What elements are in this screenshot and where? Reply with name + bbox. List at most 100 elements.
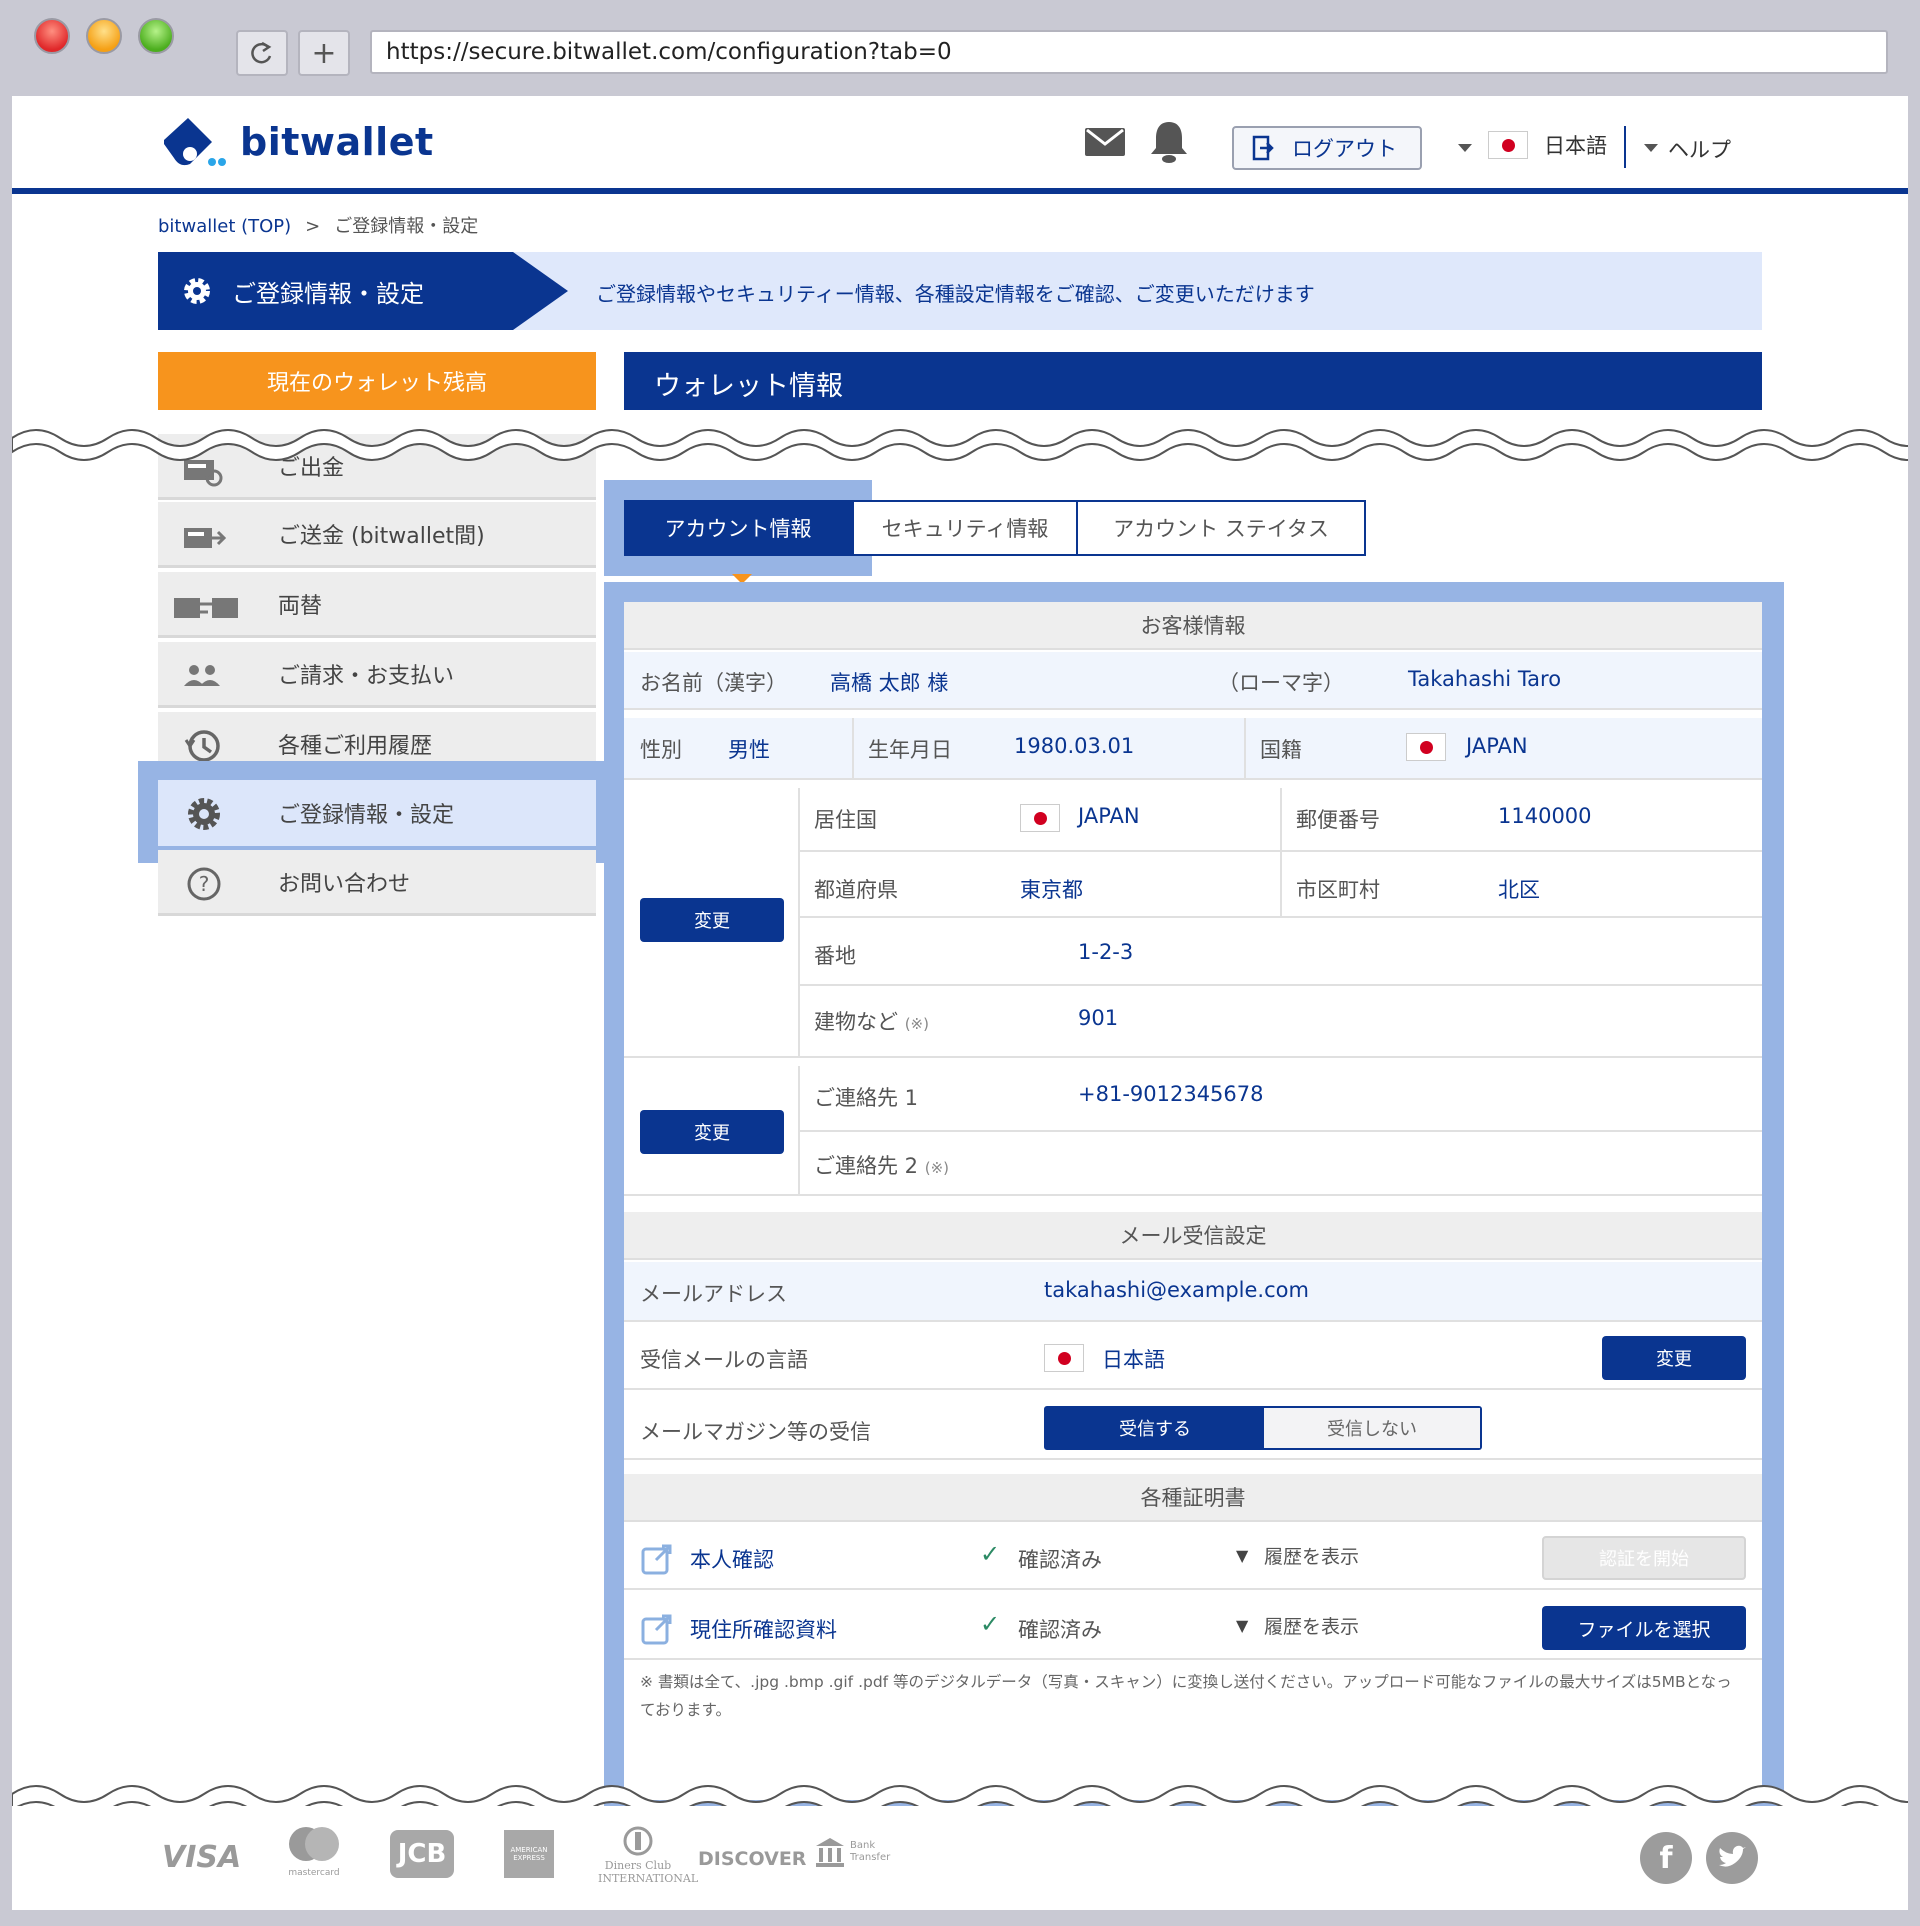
reload-button[interactable] [236,30,288,76]
upload-note: ※ 書類は全て、.jpg .bmp .gif .pdf 等のデジタルデータ（写真… [640,1673,1732,1719]
building-value: 901 [1078,1006,1119,1030]
breadcrumb-top-link[interactable]: bitwallet (TOP) [158,216,291,237]
chevron-down-icon[interactable]: ▼ [1236,1546,1248,1565]
newsletter-receive-option[interactable]: 受信する [1046,1408,1264,1448]
divider [798,984,1762,986]
maximize-window-button[interactable] [138,18,174,54]
new-tab-button[interactable]: + [298,30,350,76]
nationality-value: JAPAN [1466,734,1528,758]
gear-icon [184,278,210,304]
gender-label: 性別 [640,738,682,762]
divider [1244,718,1246,780]
divider [798,850,1762,852]
check-icon: ✓ [980,1540,1001,1568]
mail-icon[interactable] [1084,126,1126,158]
residence-value: JAPAN [1078,804,1140,828]
tab-account-status[interactable]: アカウント ステイタス [1076,500,1366,556]
sidebar-item-settings[interactable]: ご登録情報・設定 [158,780,596,846]
footer: VISA mastercard JCB AMERICAN EXPRESS Din… [0,1806,1920,1926]
bitwallet-logo-icon [164,118,226,166]
help-dropdown-caret-icon[interactable] [1644,144,1658,152]
tab-security-info[interactable]: セキュリティ情報 [852,500,1078,556]
language-selector[interactable]: 日本語 [1488,130,1607,160]
diners-logo: Diners Club INTERNATIONAL [598,1826,698,1885]
minimize-window-button[interactable] [86,18,122,54]
address-change-button[interactable]: 変更 [640,898,784,942]
sidebar-item-label: ご請求・お支払い [278,663,455,689]
newsletter-decline-option[interactable]: 受信しない [1264,1408,1480,1448]
discover-logo: DISCOVER [698,1848,807,1870]
plus-icon: + [311,35,337,71]
svg-text:?: ? [199,872,210,896]
help-menu[interactable]: ヘルプ [1668,134,1731,164]
divider [852,718,854,780]
sidebar-item-contact[interactable]: ? お問い合わせ [158,850,596,916]
logo-text: bitwallet [240,120,434,164]
address-label: 番地 [814,944,856,968]
city-label: 市区町村 [1296,878,1380,902]
footer-inner: VISA mastercard JCB AMERICAN EXPRESS Din… [12,1806,1908,1910]
visa-logo: VISA [162,1840,242,1875]
cert-history-link[interactable]: 履歴を表示 [1264,1542,1359,1569]
name-row: お名前（漢字） 高橋 太郎 様 （ローマ字） Takahashi Taro [624,652,1762,710]
logout-icon [1252,135,1274,161]
newsletter-toggle: 受信する 受信しない [1044,1406,1482,1450]
divider [798,788,800,1058]
divider [1280,788,1282,916]
browser-chrome: + https://secure.bitwallet.com/configura… [0,0,1920,96]
start-verification-button[interactable]: 認証を開始 [1542,1536,1746,1580]
exchange-icon [174,598,238,618]
external-link-icon[interactable] [640,1542,674,1576]
history-icon [184,730,220,762]
contact-change-button[interactable]: 変更 [640,1110,784,1154]
newsletter-row: メールマガジン等の受信 受信する 受信しない [624,1398,1762,1460]
language-dropdown-caret-icon[interactable] [1458,144,1472,152]
contact1-value: +81-9012345678 [1078,1082,1264,1106]
logo[interactable]: bitwallet [160,114,434,170]
logout-button[interactable]: ログアウト [1232,126,1422,170]
bell-icon[interactable] [1146,118,1192,164]
contact1-label: ご連絡先 1 [814,1086,919,1110]
diners-icon [623,1826,653,1856]
name-roman-value: Takahashi Taro [1408,667,1562,691]
address-value: 1-2-3 [1078,940,1134,964]
sidebar-item-exchange[interactable]: 両替 [158,572,596,638]
city-value: 北区 [1498,878,1540,902]
birth-label: 生年月日 [868,738,952,762]
sidebar-item-label: 両替 [278,593,323,619]
mail-language-value: 日本語 [1102,1348,1165,1372]
chevron-down-icon[interactable]: ▼ [1236,1616,1248,1635]
cert-status: 確認済み [1018,1618,1102,1642]
close-window-button[interactable] [34,18,70,54]
url-bar[interactable]: https://secure.bitwallet.com/configurati… [370,30,1888,74]
account-info-panel: お客様情報 お名前（漢字） 高橋 太郎 様 （ローマ字） Takahashi T… [624,602,1762,1800]
divider [798,916,1762,918]
header-rule [12,188,1908,194]
cert-row-identity: 本人確認 ✓ 確認済み ▼ 履歴を表示 認証を開始 [624,1528,1762,1590]
choose-file-button[interactable]: ファイルを選択 [1542,1606,1746,1650]
tab-account-info[interactable]: アカウント情報 [624,500,852,556]
external-link-icon[interactable] [640,1612,674,1646]
sidebar-item-transfer[interactable]: ご送金 (bitwallet間) [158,502,596,568]
mail-language-change-button[interactable]: 変更 [1602,1336,1746,1380]
personal-row: 性別 男性 生年月日 1980.03.01 国籍 JAPAN [624,718,1762,780]
gear-icon [188,798,220,830]
twitter-icon[interactable] [1706,1832,1758,1884]
breadcrumb-separator: > [305,216,321,237]
page: bitwallet ログアウト 日本語 ヘルプ bitwallet (TOP) >… [12,96,1908,1910]
twitter-bird-icon [1719,1845,1746,1867]
check-icon: ✓ [980,1610,1001,1638]
cert-name[interactable]: 本人確認 [690,1544,774,1574]
cert-name[interactable]: 現住所確認資料 [690,1614,837,1644]
users-icon [184,665,220,686]
cert-history-link[interactable]: 履歴を表示 [1264,1612,1359,1639]
logout-label: ログアウト [1292,137,1397,161]
japan-flag-icon [1488,131,1528,159]
sidebar-item-billing[interactable]: ご請求・お支払い [158,642,596,708]
contact2-label: ご連絡先 2 (※) [814,1154,950,1178]
japan-flag-icon [1020,804,1060,832]
certificates-section-header: 各種証明書 [624,1474,1762,1522]
cert-status: 確認済み [1018,1548,1102,1572]
wallet-balance-button[interactable]: 現在のウォレット残高 [158,352,596,410]
facebook-icon[interactable]: f [1640,1832,1692,1884]
